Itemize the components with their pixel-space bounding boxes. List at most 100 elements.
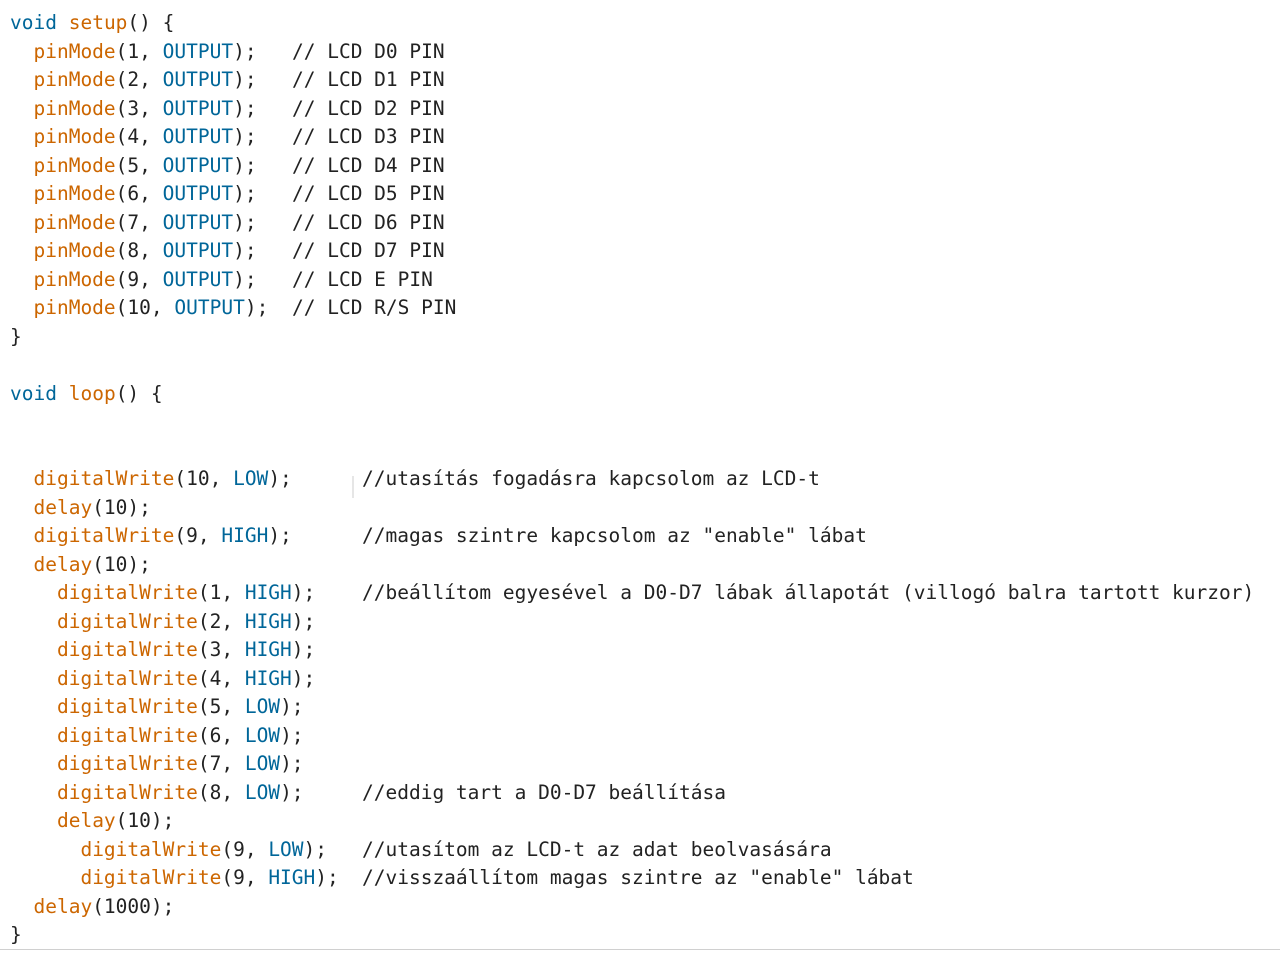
code-text-token: (6, <box>115 182 163 205</box>
code-text-token: ); <box>233 153 257 177</box>
code-constant-token: LOW <box>244 780 281 804</box>
code-line: pinMode(10, OUTPUT); <box>10 294 268 322</box>
code-comment: // LCD D1 PIN <box>292 68 445 91</box>
code-line: digitalWrite(5, LOW); <box>10 693 304 721</box>
code-text-token: ); <box>291 638 316 661</box>
code-text-token: ); <box>233 39 257 63</box>
code-function-token: digitalWrite <box>56 723 198 747</box>
code-function-token: digitalWrite <box>56 609 198 633</box>
code-comment: //eddig tart a D0-D7 beállítása <box>362 780 726 804</box>
code-text-token: (6, <box>197 723 245 747</box>
code-line: } <box>10 921 22 949</box>
code-text-token: ); <box>233 239 257 262</box>
code-text-token: () { <box>127 11 175 34</box>
code-constant-token: HIGH <box>244 609 292 633</box>
code-function-token: digitalWrite <box>56 581 198 604</box>
code-line: digitalWrite(10, LOW); <box>10 465 292 493</box>
code-line: digitalWrite(6, LOW); <box>10 722 304 750</box>
code-text-token: ); <box>291 666 316 690</box>
code-line: delay(10); <box>10 551 150 579</box>
code-constant-token: OUTPUT <box>162 96 234 120</box>
code-function-token: digitalWrite <box>33 467 175 490</box>
code-comment: // LCD D6 PIN <box>292 210 445 234</box>
code-text-token: (2, <box>115 68 163 91</box>
code-constant-token: OUTPUT <box>162 153 234 177</box>
code-function-token: digitalWrite <box>56 780 198 804</box>
code-constant-token: OUTPUT <box>162 267 234 291</box>
code-line: pinMode(4, OUTPUT); <box>10 123 257 151</box>
code-editor[interactable]: void setup() { pinMode (1, OUTPUT); // LCD… <box>0 0 1280 953</box>
code-line: pinMode(8, OUTPUT); <box>10 237 257 265</box>
code-function-token: pinMode <box>33 267 116 291</box>
code-comment: // LCD D7 PIN <box>292 239 445 262</box>
code-comment: // LCD E PIN <box>292 267 433 291</box>
code-function-token: delay <box>56 809 116 832</box>
code-text-token: ); <box>233 182 257 205</box>
code-text-token: ); <box>268 467 292 490</box>
code-constant-token: HIGH <box>268 866 316 889</box>
code-text-token: ); <box>280 695 304 718</box>
code-constant-token: LOW <box>244 752 281 775</box>
code-function-token: pinMode <box>33 96 116 120</box>
code-text-token: () { <box>115 381 163 405</box>
code-function-token: digitalWrite <box>56 695 198 718</box>
code-text-token: (9, <box>221 866 269 889</box>
code-line: digitalWrite(3, HIGH); <box>10 636 315 664</box>
code-text-token: ); <box>233 210 257 234</box>
code-text-token: ); <box>280 780 304 804</box>
code-constant-token: OUTPUT <box>162 239 234 262</box>
code-text-token: (9, <box>174 524 222 547</box>
code-line: void setup() { <box>10 9 174 37</box>
code-text-token: } <box>10 324 22 348</box>
code-function-token: pinMode <box>33 68 116 91</box>
code-text-token: (3, <box>115 96 163 120</box>
code-text-token: (9, <box>221 837 269 861</box>
code-constant-token: HIGH <box>221 524 269 547</box>
code-function-token: pinMode <box>33 125 116 148</box>
code-text-token: (10, <box>174 467 234 490</box>
code-line: pinMode(9, OUTPUT); <box>10 266 256 294</box>
code-text-token: ); <box>268 524 292 547</box>
editor-bottom-border <box>0 949 1280 950</box>
code-function-token: pinMode <box>33 296 116 319</box>
code-constant-token: OUTPUT <box>162 210 234 234</box>
code-function-token: digitalWrite <box>80 837 222 861</box>
code-line: void loop() { <box>10 380 163 408</box>
code-text-token: (5, <box>197 695 245 718</box>
code-text-token: (9, <box>115 267 163 291</box>
code-constant-token: HIGH <box>244 666 292 690</box>
code-constant-token: void <box>10 11 57 34</box>
code-function-token: loop <box>68 381 116 405</box>
code-line: pinMode(5, OUTPUT); <box>10 152 257 180</box>
code-constant-token: OUTPUT <box>162 39 234 63</box>
code-text-token: (4, <box>115 125 163 148</box>
code-function-token: delay <box>33 495 93 519</box>
code-text-token: ); <box>244 296 269 319</box>
code-text-token: ); <box>280 752 304 775</box>
code-text-token: (1, <box>115 39 163 63</box>
code-constant-token: OUTPUT <box>162 68 234 91</box>
code-comment: // LCD R/S PIN <box>292 296 457 319</box>
code-line: delay(10); <box>10 494 150 522</box>
code-text-token: ); <box>233 125 257 148</box>
code-line: } <box>10 323 22 351</box>
code-text-token: (3, <box>197 638 245 661</box>
code-text-token: ); <box>233 68 257 91</box>
